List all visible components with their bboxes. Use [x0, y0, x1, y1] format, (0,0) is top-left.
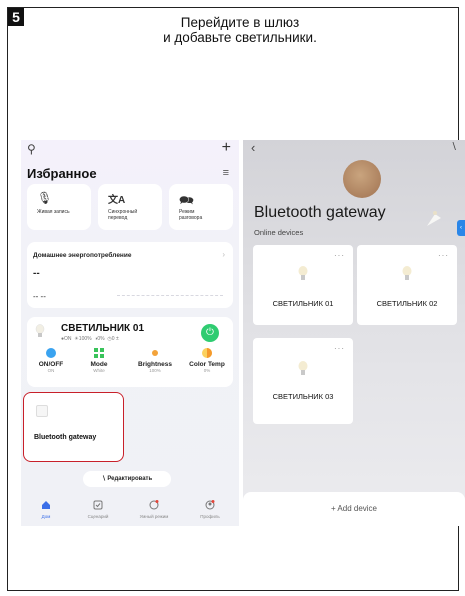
smart-mode-icon — [149, 500, 159, 510]
color-temp-icon — [202, 348, 212, 358]
home-top-bar: ⚲ + — [25, 140, 235, 158]
add-device-button[interactable]: + Add device — [243, 492, 465, 526]
control-color-temp[interactable]: Color Temp 0% — [181, 348, 233, 373]
more-icon[interactable]: ··· — [334, 344, 345, 353]
quick-action-label: Режим разговора — [179, 209, 203, 221]
home-screen: ⚲ + Избранное ≡ 🎙 Живая запись 文A Синхро… — [21, 140, 239, 526]
device-name: СВЕТИЛЬНИК 02 — [376, 299, 438, 308]
quick-action-live-record[interactable]: 🎙 Живая запись — [27, 184, 91, 230]
device-card[interactable]: ··· СВЕТИЛЬНИК 03 — [253, 338, 353, 424]
control-value: 0% — [203, 368, 211, 373]
gateway-screen: ‹ ∖ Bluetooth gateway Online devices ‹ ·… — [243, 140, 465, 526]
control-mode[interactable]: Mode White — [75, 348, 123, 373]
bulb-icon — [35, 324, 45, 337]
power-icon — [46, 348, 56, 358]
light-card[interactable]: СВЕТИЛЬНИК 01 ●ON ☀100% ◑0% ◷0 ± ⏻ ON/OF… — [27, 317, 233, 387]
quick-action-label: Синхронный перевод — [108, 209, 138, 221]
energy-title: Домашнее энергопотребление — [33, 252, 132, 259]
nav-label: Профиль — [200, 514, 220, 519]
bulb-icon — [402, 266, 412, 280]
quick-action-label: Живая запись — [37, 209, 70, 215]
edit-icon[interactable]: ∖ — [451, 142, 457, 153]
edit-label: Редактировать — [107, 476, 153, 482]
control-label: Mode — [90, 361, 108, 368]
quick-action-sync-translate[interactable]: 文A Синхронный перевод — [98, 184, 162, 230]
bulb-icon — [298, 266, 308, 280]
quick-actions: 🎙 Живая запись 文A Синхронный перевод 🗪 Р… — [27, 184, 233, 232]
translate-icon: 文A — [108, 195, 126, 206]
online-devices-label: Online devices — [254, 228, 304, 237]
instruction-line-1: Перейдите в шлюз — [180, 15, 300, 30]
profile-icon — [205, 500, 215, 510]
coin-decoration — [343, 160, 381, 198]
control-label: Brightness — [138, 361, 172, 368]
lamp-decoration — [427, 211, 441, 226]
add-icon[interactable]: + — [222, 140, 231, 157]
person-icon[interactable]: ⚲ — [27, 142, 36, 156]
control-value: White — [93, 368, 105, 373]
home-icon — [42, 501, 50, 509]
nav-scenario[interactable]: Сценарий — [73, 500, 123, 519]
bulb-icon — [298, 361, 308, 375]
control-value: 100% — [149, 368, 161, 373]
favorites-title: Избранное — [27, 166, 97, 181]
device-card[interactable]: ··· СВЕТИЛЬНИК 01 — [253, 245, 353, 325]
light-name: СВЕТИЛЬНИК 01 — [61, 323, 145, 334]
pencil-icon: ∖ — [101, 476, 106, 482]
edit-button[interactable]: ∖ Редактировать — [83, 471, 171, 487]
energy-sub-value: -- -- — [33, 292, 46, 301]
scenario-icon — [93, 500, 103, 510]
nav-smart-mode[interactable]: Умный режим — [129, 500, 179, 519]
more-icon[interactable]: ··· — [438, 251, 449, 260]
chevron-right-icon: › — [222, 250, 225, 259]
control-label: Color Temp — [189, 361, 225, 368]
quick-action-conversation[interactable]: 🗪 Режим разговора — [169, 184, 233, 230]
light-temp: 0% — [97, 336, 105, 342]
instruction-line-2: и добавьте светильники. — [163, 30, 317, 45]
light-status-line: ●ON ☀100% ◑0% ◷0 ± — [61, 336, 119, 342]
side-tab[interactable]: ‹ — [457, 220, 465, 236]
nav-label: Дом — [41, 514, 51, 519]
control-onoff[interactable]: ON/OFF ON — [27, 348, 75, 373]
energy-value: -- — [33, 268, 40, 279]
gateway-card-label: Bluetooth gateway — [34, 434, 97, 441]
gateway-title: Bluetooth gateway — [254, 204, 386, 221]
bottom-nav: Дом Сценарий Умный режим Профиль — [21, 496, 239, 526]
control-label: ON/OFF — [38, 361, 64, 368]
control-value: ON — [47, 368, 55, 373]
light-extra: 0 ± — [111, 336, 119, 342]
energy-chart-line — [117, 295, 223, 296]
light-status: ON — [64, 336, 72, 342]
nav-label: Сценарий — [87, 514, 109, 519]
device-card[interactable]: ··· СВЕТИЛЬНИК 02 — [357, 245, 457, 325]
menu-icon[interactable]: ≡ — [223, 167, 229, 179]
power-button[interactable]: ⏻ — [201, 324, 219, 342]
instruction-text: Перейдите в шлюз и добавьте светильники. — [60, 15, 420, 45]
control-brightness[interactable]: Brightness 100% — [127, 348, 183, 373]
step-number: 5 — [8, 8, 24, 26]
energy-card[interactable]: Домашнее энергопотребление › -- -- -- — [27, 242, 233, 308]
nav-home[interactable]: Дом — [21, 500, 71, 519]
brightness-icon — [152, 350, 158, 356]
nav-label: Умный режим — [139, 514, 169, 519]
nav-profile[interactable]: Профиль — [185, 500, 235, 519]
light-brightness: 100% — [78, 336, 92, 342]
gateway-card[interactable]: Bluetooth gateway — [23, 392, 124, 462]
microphone-icon: 🎙 — [37, 191, 53, 205]
more-icon[interactable]: ··· — [334, 251, 345, 260]
gateway-device-icon — [36, 405, 48, 417]
mode-icon — [94, 348, 104, 358]
back-icon[interactable]: ‹ — [251, 140, 255, 155]
device-name: СВЕТИЛЬНИК 03 — [272, 392, 334, 401]
device-name: СВЕТИЛЬНИК 01 — [272, 299, 334, 308]
